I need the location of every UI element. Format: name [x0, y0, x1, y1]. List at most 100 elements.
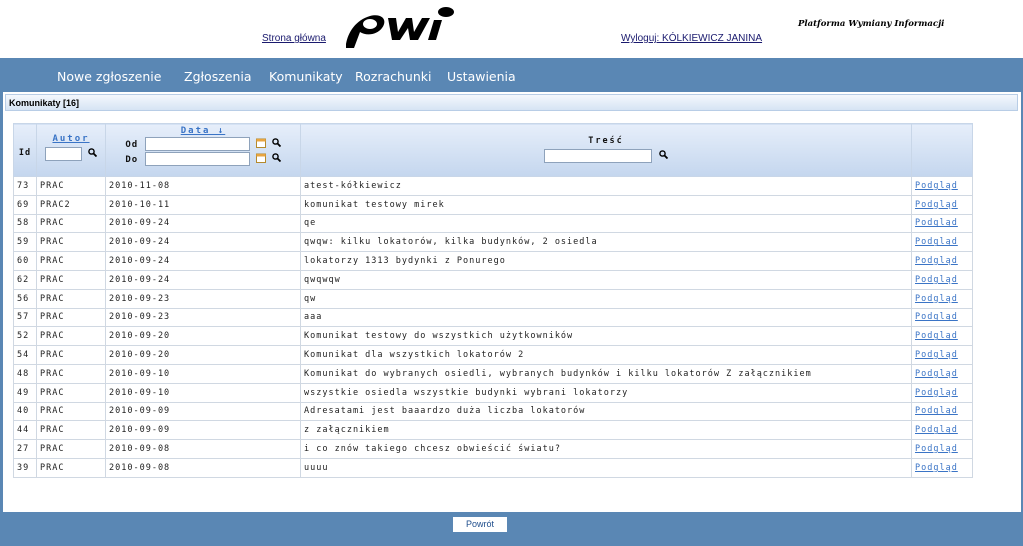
- table-row: 27 PRAC 2010-09-08 i co znów takiego chcesz…: [13, 439, 973, 459]
- table-row: 40 PRAC 2010-09-09 Adresatami jest baaardzo…: [13, 401, 973, 422]
- table-row: 58 PRAC 2010-09-24 qe Podgląd: [13, 213, 973, 234]
- preview-link[interactable]: Podgląd: [915, 294, 958, 304]
- cell-actions: Podgląd: [911, 326, 973, 347]
- cell-id: 40: [13, 401, 37, 422]
- cell-autor: PRAC: [36, 363, 106, 384]
- cell-data: 2010-09-08: [105, 457, 301, 478]
- preview-link[interactable]: Podgląd: [915, 256, 958, 266]
- autor-filter-input[interactable]: [44, 147, 82, 161]
- cell-id: 44: [13, 420, 37, 441]
- tresc-filter-input[interactable]: [544, 149, 653, 163]
- preview-link[interactable]: Podgląd: [915, 331, 958, 341]
- cell-id: 39: [13, 457, 37, 478]
- cell-actions: Podgląd: [911, 457, 973, 478]
- nav-item-settings[interactable]: Ustawienia: [447, 69, 516, 84]
- cell-autor: PRAC: [36, 401, 106, 422]
- cell-autor: PRAC: [36, 232, 106, 253]
- table-row: 44 PRAC 2010-09-09 z załącznikiem Podgląd: [13, 420, 973, 441]
- preview-link[interactable]: Podgląd: [915, 369, 958, 379]
- cell-id: 60: [13, 251, 37, 271]
- nav-item-settlements[interactable]: Rozrachunki: [355, 69, 431, 84]
- cell-actions: Podgląd: [911, 382, 973, 403]
- cell-autor: PRAC: [36, 345, 106, 365]
- preview-link[interactable]: Podgląd: [915, 463, 958, 473]
- preview-link[interactable]: Podgląd: [915, 425, 958, 435]
- cell-actions: Podgląd: [911, 363, 973, 384]
- date-to-input[interactable]: [144, 152, 250, 166]
- logout-link[interactable]: Wyloguj: KÓLKIEWICZ JANINA: [621, 33, 762, 44]
- cell-actions: Podgląd: [911, 232, 973, 253]
- nav-item-reports[interactable]: Zgłoszenia: [184, 69, 252, 84]
- cell-actions: Podgląd: [911, 420, 973, 441]
- cell-tresc: z załącznikiem: [300, 420, 912, 441]
- content-panel: Komunikaty [16] Id Autor Data ↓ Od Do Tr…: [3, 92, 1021, 512]
- cell-data: 2010-09-23: [105, 307, 301, 328]
- table-row: 48 PRAC 2010-09-10 Komunikat do wybranych o…: [13, 363, 973, 384]
- preview-link[interactable]: Podgląd: [915, 237, 958, 247]
- preview-link[interactable]: Podgląd: [915, 218, 958, 228]
- date-from-label: Od: [125, 139, 139, 150]
- column-label-tresc: Treść: [588, 136, 624, 146]
- cell-data: 2010-09-24: [105, 269, 301, 290]
- cell-data: 2010-09-24: [105, 213, 301, 234]
- cell-data: 2010-09-24: [105, 232, 301, 253]
- preview-link[interactable]: Podgląd: [915, 200, 958, 210]
- search-icon[interactable]: [88, 148, 98, 160]
- cell-tresc: i co znów takiego chcesz obwieścić świat…: [300, 439, 912, 459]
- home-link[interactable]: Strona główna: [262, 33, 326, 44]
- cell-data: 2010-09-10: [105, 363, 301, 384]
- preview-link[interactable]: Podgląd: [915, 350, 958, 360]
- cell-autor: PRAC: [36, 420, 106, 441]
- date-from-input[interactable]: [144, 137, 250, 151]
- calendar-icon[interactable]: [256, 153, 267, 166]
- panel-title: Komunikaty [16]: [5, 94, 1018, 111]
- cell-tresc: qwqwqw: [300, 269, 912, 290]
- table-row: 60 PRAC 2010-09-24 lokatorzy 1313 bydynki z…: [13, 251, 973, 271]
- table-row: 56 PRAC 2010-09-23 qw Podgląd: [13, 288, 973, 309]
- cell-tresc: komunikat testowy mirek: [300, 194, 912, 215]
- cell-data: 2010-09-10: [105, 382, 301, 403]
- cell-autor: PRAC2: [36, 194, 106, 215]
- cell-data: 2010-09-09: [105, 420, 301, 441]
- cell-id: 52: [13, 326, 37, 347]
- preview-link[interactable]: Podgląd: [915, 406, 958, 416]
- main-nav: Nowe zgłoszenie Zgłoszenia Komunikaty Ro…: [0, 58, 1023, 92]
- cell-id: 62: [13, 269, 37, 290]
- sort-data-link[interactable]: Data ↓: [181, 126, 226, 136]
- table-row: 73 PRAC 2010-11-08 atest-kółkiewicz Podgląd: [13, 176, 973, 196]
- preview-link[interactable]: Podgląd: [915, 312, 958, 322]
- pwi-logo-mark: [346, 7, 454, 49]
- back-button[interactable]: Powrót: [453, 517, 507, 532]
- table-row: 59 PRAC 2010-09-24 qwqw: kilku lokatorów, k…: [13, 232, 973, 253]
- table-row: 57 PRAC 2010-09-23 aaa Podgląd: [13, 307, 973, 328]
- table-row: 52 PRAC 2010-09-20 Komunikat testowy do wsz…: [13, 326, 973, 347]
- search-icon[interactable]: [272, 153, 282, 165]
- cell-id: 27: [13, 439, 37, 459]
- nav-item-announcements[interactable]: Komunikaty: [269, 69, 343, 84]
- cell-autor: PRAC: [36, 382, 106, 403]
- preview-link[interactable]: Podgląd: [915, 181, 958, 191]
- column-header-data: Data ↓ Od Do: [105, 123, 301, 177]
- nav-item-new-report[interactable]: Nowe zgłoszenie: [57, 69, 161, 84]
- sort-autor-link[interactable]: Autor: [52, 134, 89, 144]
- announcements-table: Id Autor Data ↓ Od Do Treść 73 PRAC 2010…: [13, 123, 973, 478]
- cell-autor: PRAC: [36, 251, 106, 271]
- column-header-actions: [911, 123, 973, 177]
- cell-tresc: wszystkie osiedla wszystkie budynki wybr…: [300, 382, 912, 403]
- preview-link[interactable]: Podgląd: [915, 388, 958, 398]
- preview-link[interactable]: Podgląd: [915, 275, 958, 285]
- table-body: 73 PRAC 2010-11-08 atest-kółkiewicz Podgląd 6…: [13, 176, 973, 478]
- cell-actions: Podgląd: [911, 307, 973, 328]
- cell-actions: Podgląd: [911, 213, 973, 234]
- cell-autor: PRAC: [36, 457, 106, 478]
- pwi-logo[interactable]: Platforma Wymiany Informacji: [338, 2, 944, 52]
- search-icon[interactable]: [658, 150, 668, 162]
- search-icon[interactable]: [272, 138, 282, 150]
- calendar-icon[interactable]: [256, 138, 267, 151]
- preview-link[interactable]: Podgląd: [915, 444, 958, 454]
- cell-tresc: atest-kółkiewicz: [300, 176, 912, 196]
- logo-tagline: Platforma Wymiany Informacji: [798, 19, 945, 29]
- cell-autor: PRAC: [36, 326, 106, 347]
- cell-data: 2010-09-20: [105, 326, 301, 347]
- cell-tresc: aaa: [300, 307, 912, 328]
